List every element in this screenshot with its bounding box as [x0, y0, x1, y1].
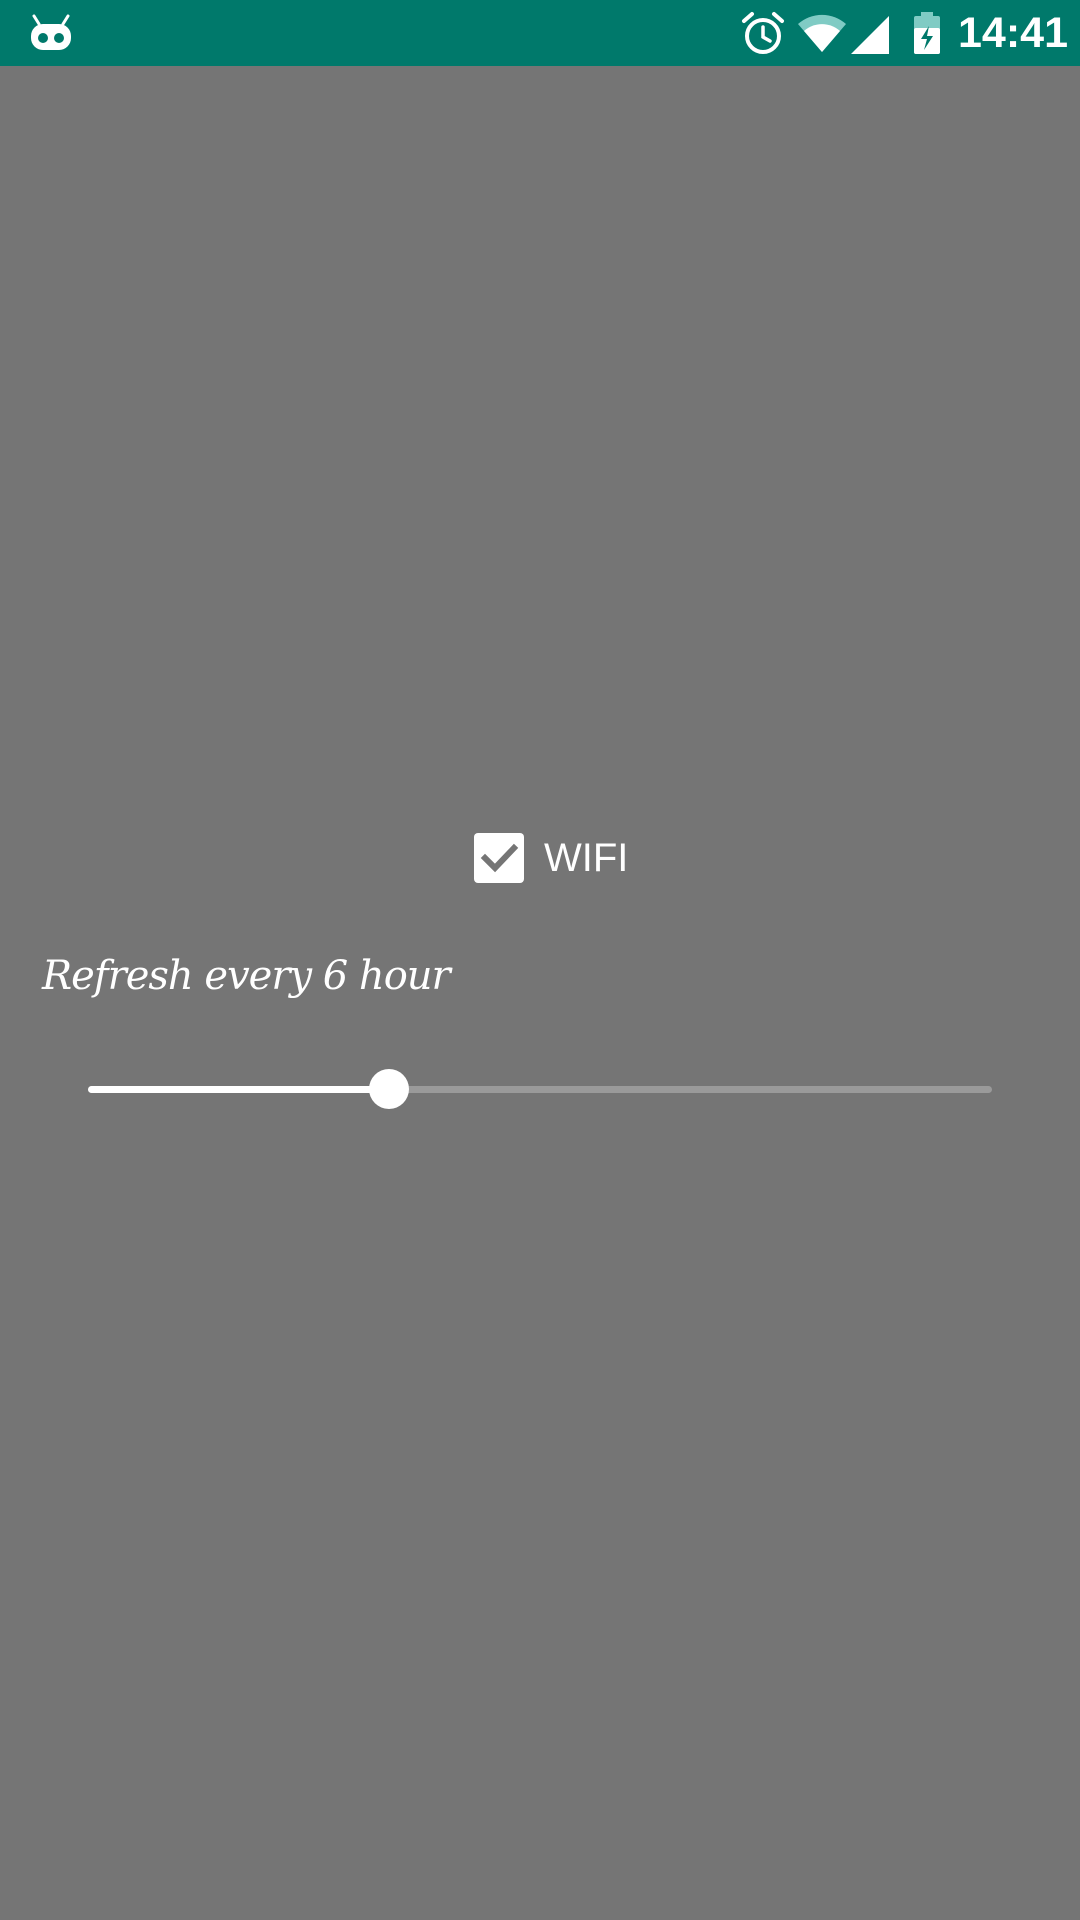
checkbox-checked-icon[interactable] — [474, 833, 524, 883]
refresh-interval-label: Refresh every 6 hour — [42, 953, 451, 999]
wifi-checkbox[interactable]: WIFI — [474, 832, 628, 884]
wifi-icon — [798, 14, 846, 52]
slider-fill — [88, 1086, 389, 1093]
status-bar: 14:41 — [0, 0, 1080, 66]
alarm-icon — [742, 12, 784, 54]
status-bar-time: 14:41 — [958, 9, 1068, 57]
wifi-checkbox-label: WIFI — [544, 836, 629, 880]
refresh-interval-slider[interactable] — [88, 1069, 992, 1109]
cell-signal-icon — [851, 16, 889, 54]
cyanogen-mod-icon — [31, 14, 71, 50]
battery-charging-icon — [914, 12, 940, 54]
slider-thumb[interactable] — [369, 1069, 409, 1109]
